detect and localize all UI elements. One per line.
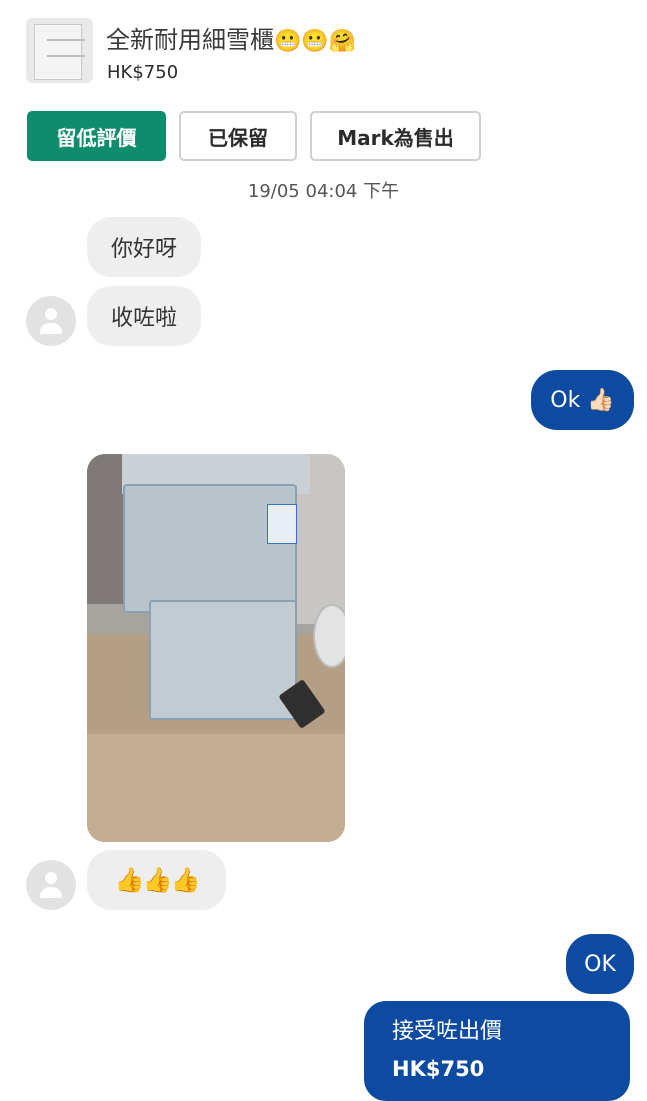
offer-accepted-card: 接受咗出價 HK$750 xyxy=(364,1001,630,1101)
message-incoming: 收咗啦 xyxy=(87,286,201,346)
message-incoming: 你好呀 xyxy=(87,217,201,277)
listing-title-emojis: 😬😬🤗 xyxy=(274,29,357,54)
reserved-button[interactable]: 已保留 xyxy=(179,111,297,161)
listing-title-text: 全新耐用細雪櫃 xyxy=(106,26,274,54)
message-outgoing: Ok 👍🏻 xyxy=(531,370,634,430)
fridge-thumbnail-icon xyxy=(34,24,85,80)
listing-price: HK$750 xyxy=(107,62,179,83)
listing-title[interactable]: 全新耐用細雪櫃😬😬🤗 xyxy=(106,20,356,55)
leave-review-button[interactable]: 留低評價 xyxy=(27,111,166,161)
message-incoming: 👍👍👍 xyxy=(87,850,226,910)
mark-as-sold-button[interactable]: Mark為售出 xyxy=(310,111,481,161)
message-photo[interactable] xyxy=(87,454,345,842)
user-icon xyxy=(45,872,57,884)
avatar[interactable] xyxy=(26,860,76,910)
message-outgoing: OK xyxy=(566,934,634,994)
offer-price: HK$750 xyxy=(392,1057,485,1081)
avatar[interactable] xyxy=(26,296,76,346)
user-icon xyxy=(45,308,57,320)
chat-timestamp: 19/05 04:04 下午 xyxy=(247,181,400,202)
listing-thumbnail[interactable] xyxy=(26,18,93,83)
offer-accepted-label: 接受咗出價 xyxy=(392,1019,503,1044)
